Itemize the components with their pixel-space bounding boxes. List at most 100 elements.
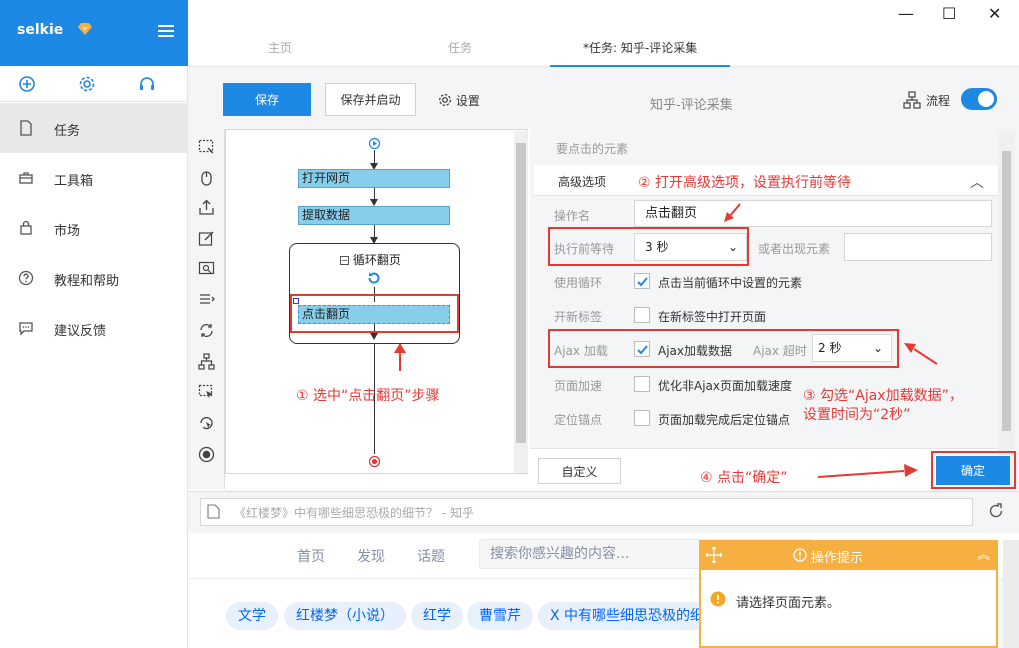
flow-step-open-page[interactable]: 打开网页 bbox=[298, 169, 450, 188]
settings-label: 设置 bbox=[455, 94, 480, 108]
minimize-icon[interactable]: — bbox=[898, 4, 914, 23]
speed-checkbox[interactable] bbox=[634, 376, 650, 392]
hint-message: 请选择页面元素。 bbox=[736, 596, 841, 611]
annotation-2: ② 打开高级选项，设置执行前等待 bbox=[638, 175, 852, 191]
flow-toggle[interactable] bbox=[961, 88, 997, 110]
highlight-wait bbox=[548, 227, 749, 266]
tab-current-task[interactable]: *任务: 知乎-评论采集 bbox=[583, 39, 697, 56]
topic-tag[interactable]: 曹雪芹 bbox=[467, 602, 533, 630]
toolbar bbox=[188, 67, 1019, 129]
refresh-click-icon[interactable] bbox=[198, 415, 215, 432]
topic-tag[interactable]: 红学 bbox=[411, 602, 463, 630]
annotation-3-line2: 设置时间为“2秒” bbox=[803, 407, 911, 423]
custom-button[interactable]: 自定义 bbox=[538, 458, 621, 484]
canvas-scrollbar[interactable] bbox=[514, 131, 528, 473]
chevron-up-icon[interactable]: ︿ bbox=[970, 172, 984, 192]
speed-label: 页面加速 bbox=[554, 379, 603, 393]
info-icon bbox=[793, 548, 807, 562]
branch-icon[interactable] bbox=[198, 353, 215, 370]
headset-icon[interactable] bbox=[138, 75, 156, 93]
use-loop-label: 使用循环 bbox=[554, 276, 603, 290]
list-icon[interactable] bbox=[198, 291, 215, 308]
tool-column bbox=[188, 129, 225, 489]
op-name-input[interactable]: 点击翻页 bbox=[634, 200, 992, 227]
tab-bar: 主页 任务 *任务: 知乎-评论采集 bbox=[188, 30, 1019, 67]
new-tab-text: 在新标签中打开页面 bbox=[658, 310, 767, 324]
hint-title: 操作提示 bbox=[811, 551, 864, 566]
tab-tasks[interactable]: 任务 bbox=[448, 39, 472, 56]
sidebar-item-help[interactable]: 教程和帮助 bbox=[0, 253, 188, 303]
save-start-button[interactable]: 保存并启动 bbox=[325, 83, 416, 116]
refresh-icon[interactable] bbox=[988, 503, 1004, 519]
add-icon[interactable] bbox=[18, 75, 36, 93]
speed-text: 优化非Ajax页面加载速度 bbox=[658, 379, 792, 393]
edit-icon[interactable] bbox=[198, 230, 215, 247]
annotation-3-line1: ③ 勾选“Ajax加载数据”， bbox=[803, 388, 963, 404]
flow-arrow bbox=[370, 199, 378, 206]
move-icon[interactable] bbox=[705, 546, 723, 564]
task-title: 知乎-评论采集 bbox=[650, 98, 733, 113]
sidebar-item-feedback[interactable]: 建议反馈 bbox=[0, 303, 188, 353]
collapse-icon[interactable]: − bbox=[340, 256, 349, 265]
stop-icon[interactable] bbox=[198, 446, 215, 463]
sidebar-item-label: 任务 bbox=[54, 124, 81, 139]
document-icon bbox=[20, 120, 32, 136]
topic-tag[interactable]: X 中有哪些细思恐极的细 bbox=[538, 602, 699, 630]
sidebar-item-label: 教程和帮助 bbox=[54, 274, 120, 289]
flow-step-extract[interactable]: 提取数据 bbox=[298, 206, 450, 225]
anchor-label: 定位锚点 bbox=[554, 413, 603, 427]
or-appear-label: 或者出现元素 bbox=[758, 242, 831, 256]
chat-icon bbox=[19, 322, 33, 336]
web-nav-topics[interactable]: 话题 bbox=[417, 546, 445, 566]
flow-arrow bbox=[370, 333, 378, 340]
url-text: 《红楼梦》中有哪些细思恐极的细节？ - 知乎 bbox=[234, 506, 474, 520]
collapse-icon[interactable]: ︽ bbox=[977, 544, 990, 563]
maximize-icon[interactable]: ☐ bbox=[942, 4, 956, 23]
sidebar-item-market[interactable]: 市场 bbox=[0, 203, 188, 253]
op-name-label: 操作名 bbox=[554, 209, 591, 223]
annotation-1: ① 选中“点击翻页”步骤 bbox=[296, 388, 440, 404]
search-frame-icon[interactable] bbox=[198, 261, 215, 278]
highlight-ok bbox=[931, 451, 1016, 489]
loop-label: 循环翻页 bbox=[352, 253, 401, 267]
highlight-ajax bbox=[548, 329, 899, 368]
web-nav-discover[interactable]: 发现 bbox=[357, 546, 385, 566]
properties-title: 要点击的元素 bbox=[556, 142, 629, 156]
sidebar-item-label: 工具箱 bbox=[54, 174, 94, 189]
anchor-text: 页面加载完成后定位锚点 bbox=[658, 413, 791, 427]
loop-icon[interactable] bbox=[198, 322, 215, 339]
topic-tag[interactable]: 文学 bbox=[226, 602, 278, 630]
flow-start-icon bbox=[368, 137, 381, 150]
anchor-checkbox[interactable] bbox=[634, 410, 650, 426]
save-button[interactable]: 保存 bbox=[223, 83, 311, 116]
close-icon[interactable]: ✕ bbox=[988, 4, 1001, 23]
gear-icon[interactable] bbox=[78, 75, 96, 93]
app-name: selkie bbox=[17, 22, 64, 38]
properties-scrollbar[interactable] bbox=[998, 131, 1015, 489]
hamburger-icon[interactable] bbox=[158, 25, 174, 37]
appear-element-input[interactable] bbox=[844, 233, 992, 261]
flow-end-icon bbox=[368, 455, 381, 468]
web-scrollbar[interactable] bbox=[1003, 540, 1019, 648]
tab-home[interactable]: 主页 bbox=[268, 39, 292, 56]
sidebar-item-tasks[interactable]: 任务 bbox=[0, 103, 188, 153]
select-area-icon[interactable] bbox=[198, 139, 215, 156]
diamond-icon bbox=[78, 23, 92, 35]
gear-icon bbox=[439, 94, 451, 106]
sidebar-item-label: 建议反馈 bbox=[54, 324, 107, 339]
annotation-arrow bbox=[724, 203, 741, 222]
loop-header[interactable]: − 循环翻页 bbox=[340, 251, 401, 268]
sidebar-item-toolbox[interactable]: 工具箱 bbox=[0, 153, 188, 203]
upload-icon[interactable] bbox=[198, 199, 215, 216]
warning-icon bbox=[710, 591, 726, 607]
web-nav-home[interactable]: 首页 bbox=[297, 546, 325, 566]
use-loop-checkbox[interactable] bbox=[634, 273, 650, 289]
settings-button[interactable]: 设置 bbox=[438, 92, 480, 109]
sidebar: selkie 任务 工具箱 市场 教程和帮助 建议反馈 bbox=[0, 0, 188, 648]
pointer-icon[interactable] bbox=[198, 384, 215, 401]
mouse-icon[interactable] bbox=[198, 170, 215, 187]
hint-header[interactable]: 操作提示 ︽ bbox=[699, 540, 998, 570]
new-tab-label: 开新标签 bbox=[554, 310, 603, 324]
new-tab-checkbox[interactable] bbox=[634, 307, 650, 323]
topic-tag[interactable]: 红楼梦（小说） bbox=[284, 602, 406, 630]
